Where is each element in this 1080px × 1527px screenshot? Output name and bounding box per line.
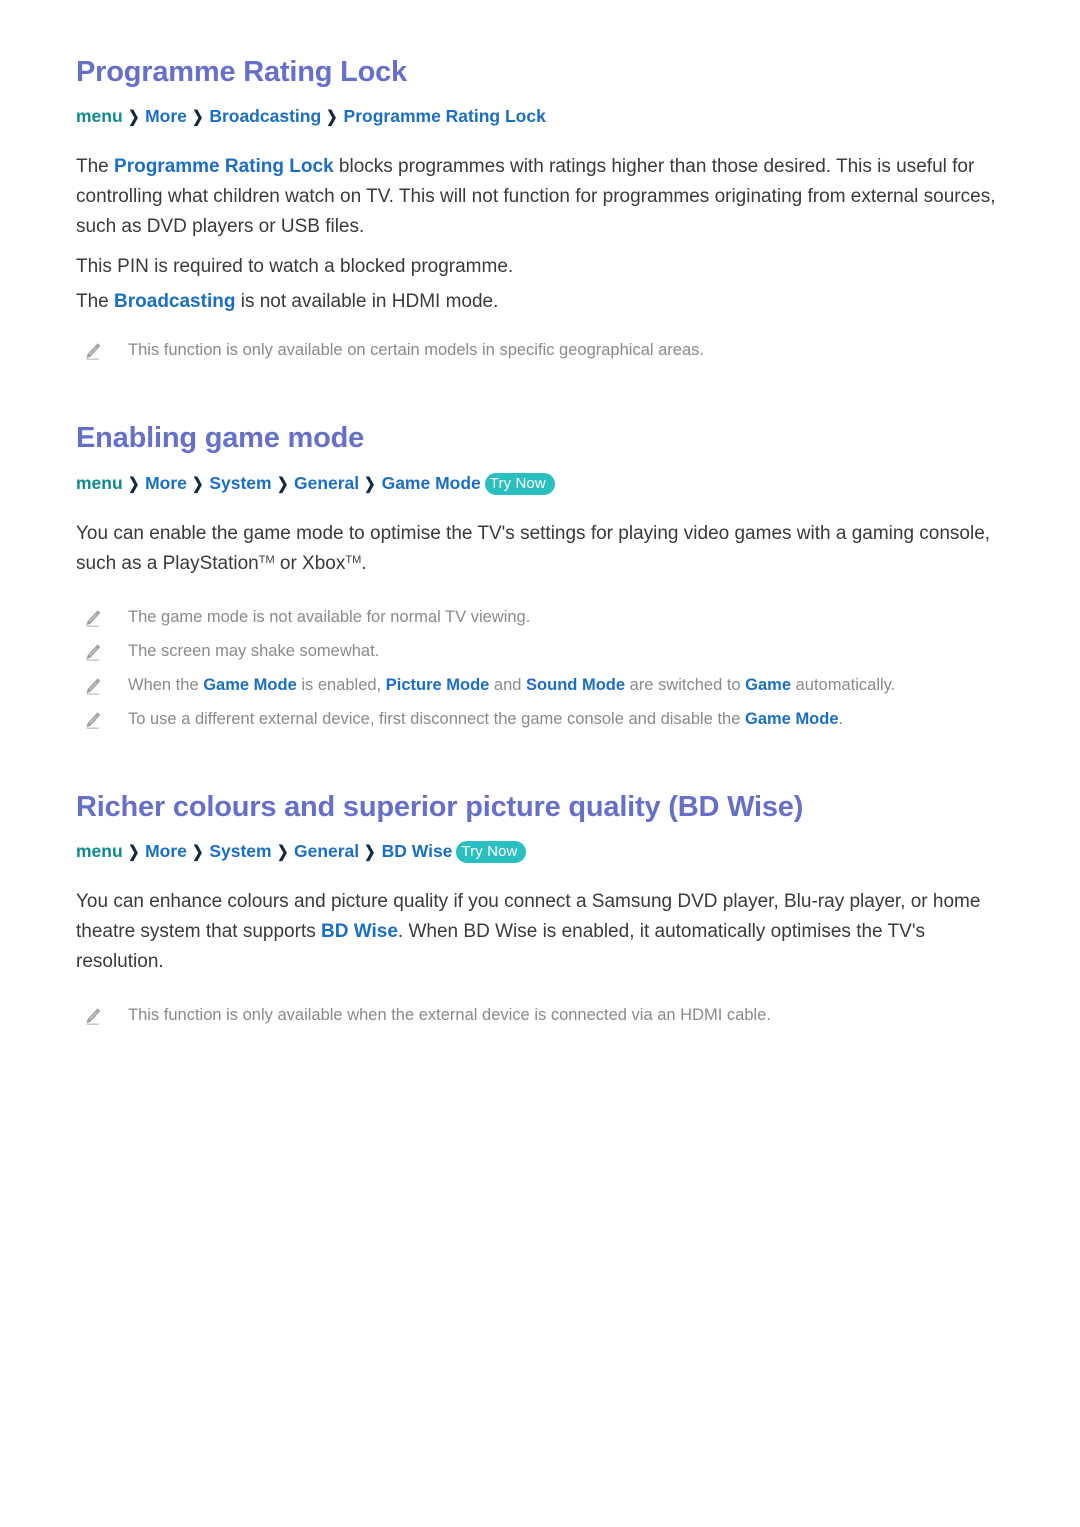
breadcrumb: menu ❯ More ❯ Broadcasting ❯ Programme Rating …	[76, 103, 1008, 130]
note-text: The game mode is not available for norma…	[128, 605, 530, 629]
breadcrumb-item-2[interactable]: General	[294, 841, 359, 861]
note-text: This function is only available when the…	[128, 1003, 771, 1027]
breadcrumb-item-2[interactable]: Programme Rating Lock	[344, 106, 546, 126]
section-programme-rating-lock: Programme Rating Lock menu ❯ More ❯ Broadcast…	[76, 56, 1008, 364]
trademark-mark: TM	[258, 553, 275, 566]
manual-page: Programme Rating Lock menu ❯ More ❯ Broadcast…	[0, 0, 1080, 1029]
inline-term: Broadcasting	[114, 291, 236, 313]
pencil-icon	[84, 677, 102, 699]
breadcrumb-item-2[interactable]: General	[294, 473, 359, 493]
text-run: and	[489, 675, 527, 694]
text-run: This function is only available when the…	[128, 1006, 771, 1025]
text-run: The screen may shake somewhat.	[128, 641, 380, 660]
note-item: The screen may shake somewhat.	[76, 639, 1008, 665]
page-title: Richer colours and superior picture qual…	[76, 790, 804, 823]
note-item: When the Game Mode is enabled, Picture M…	[76, 673, 1008, 699]
inline-term: Picture Mode	[385, 675, 490, 694]
inline-term: Game Mode	[745, 709, 839, 728]
text-run: .	[361, 552, 367, 574]
try-now-badge[interactable]: Try Now	[484, 472, 555, 495]
text-run: When the	[128, 675, 204, 694]
sections-container: Programme Rating Lock menu ❯ More ❯ Broadcast…	[76, 56, 1008, 1029]
chevron-right-icon: ❯	[191, 475, 204, 493]
text-run: are switched to	[625, 675, 746, 694]
text-run: This PIN is required to watch a blocked …	[76, 256, 514, 278]
note-text: To use a different external device, firs…	[128, 707, 843, 731]
note-item: This function is only available on certa…	[76, 338, 1008, 364]
note-item: The game mode is not available for norma…	[76, 605, 1008, 631]
inline-term: Game	[745, 675, 792, 694]
breadcrumb-item-root[interactable]: menu	[76, 106, 123, 126]
breadcrumb-item-1[interactable]: System	[209, 841, 271, 861]
chevron-right-icon: ❯	[276, 475, 289, 493]
body-paragraph: This PIN is required to watch a blocked …	[76, 252, 1006, 282]
pencil-icon	[84, 1007, 102, 1029]
pencil-icon	[84, 643, 102, 665]
text-run: is not available in HDMI mode.	[235, 291, 499, 313]
chevron-right-icon: ❯	[364, 844, 376, 862]
chevron-right-icon: ❯	[127, 475, 140, 493]
text-run: .	[838, 709, 844, 728]
chevron-right-icon: ❯	[191, 109, 204, 127]
breadcrumb-item-0[interactable]: More	[145, 841, 187, 861]
inline-term: Game Mode	[203, 675, 297, 694]
chevron-right-icon: ❯	[326, 109, 338, 127]
note-text: When the Game Mode is enabled, Picture M…	[128, 673, 895, 697]
section-enabling-game-mode: Enabling game mode menu ❯ More ❯ System ❯ Gener…	[76, 422, 1008, 732]
note-item: This function is only available when the…	[76, 1003, 1008, 1029]
section-bd-wise: Richer colours and superior picture qual…	[76, 791, 1008, 1029]
breadcrumb-item-3[interactable]: BD Wise	[382, 841, 453, 861]
chevron-right-icon: ❯	[127, 109, 140, 127]
text-run: is enabled,	[296, 675, 386, 694]
trademark-mark: TM	[345, 553, 362, 566]
page-title: Programme Rating Lock	[76, 56, 407, 88]
text-run: The game mode is not available for norma…	[128, 607, 531, 626]
breadcrumb-item-3[interactable]: Game Mode	[382, 473, 481, 493]
text-run: automatically.	[791, 675, 896, 694]
text-run: or Xbox	[274, 552, 346, 574]
breadcrumb-item-root[interactable]: menu	[76, 473, 123, 493]
chevron-right-icon: ❯	[364, 475, 376, 493]
note-item: To use a different external device, firs…	[76, 707, 1008, 733]
text-run: To use a different external device, firs…	[128, 709, 745, 728]
pencil-icon	[84, 609, 102, 631]
body-paragraph: You can enhance colours and picture qual…	[76, 887, 1006, 977]
breadcrumb-item-0[interactable]: More	[145, 106, 187, 126]
pencil-icon	[84, 711, 102, 733]
breadcrumb: menu ❯ More ❯ System ❯ General ❯ BD Wise Try Now	[76, 838, 1008, 865]
inline-term: BD Wise	[321, 921, 398, 943]
breadcrumb-item-1[interactable]: Broadcasting	[209, 106, 321, 126]
inline-term: Programme Rating Lock	[114, 156, 334, 178]
chevron-right-icon: ❯	[276, 844, 289, 862]
chevron-right-icon: ❯	[191, 844, 204, 862]
page-title: Enabling game mode	[76, 422, 365, 455]
body-paragraph: You can enable the game mode to optimise…	[76, 519, 1006, 579]
try-now-badge[interactable]: Try Now	[456, 841, 527, 864]
note-text: This function is only available on certa…	[128, 338, 704, 362]
body-paragraph: The Programme Rating Lock blocks program…	[76, 152, 1006, 242]
chevron-right-icon: ❯	[127, 844, 140, 862]
note-text: The screen may shake somewhat.	[128, 639, 379, 663]
text-run: This function is only available on certa…	[128, 341, 704, 360]
breadcrumb: menu ❯ More ❯ System ❯ General ❯ Game Mode Try No…	[76, 470, 1008, 497]
text-run: The	[76, 291, 115, 313]
inline-term: Sound Mode	[526, 675, 626, 694]
text-run: The	[76, 156, 115, 178]
breadcrumb-item-0[interactable]: More	[145, 473, 187, 493]
breadcrumb-item-1[interactable]: System	[209, 473, 271, 493]
body-paragraph: The Broadcasting is not available in HDM…	[76, 287, 1006, 317]
pencil-icon	[84, 342, 102, 364]
breadcrumb-item-root[interactable]: menu	[76, 841, 123, 861]
text-run: You can enable the game mode to optimise…	[76, 522, 991, 574]
